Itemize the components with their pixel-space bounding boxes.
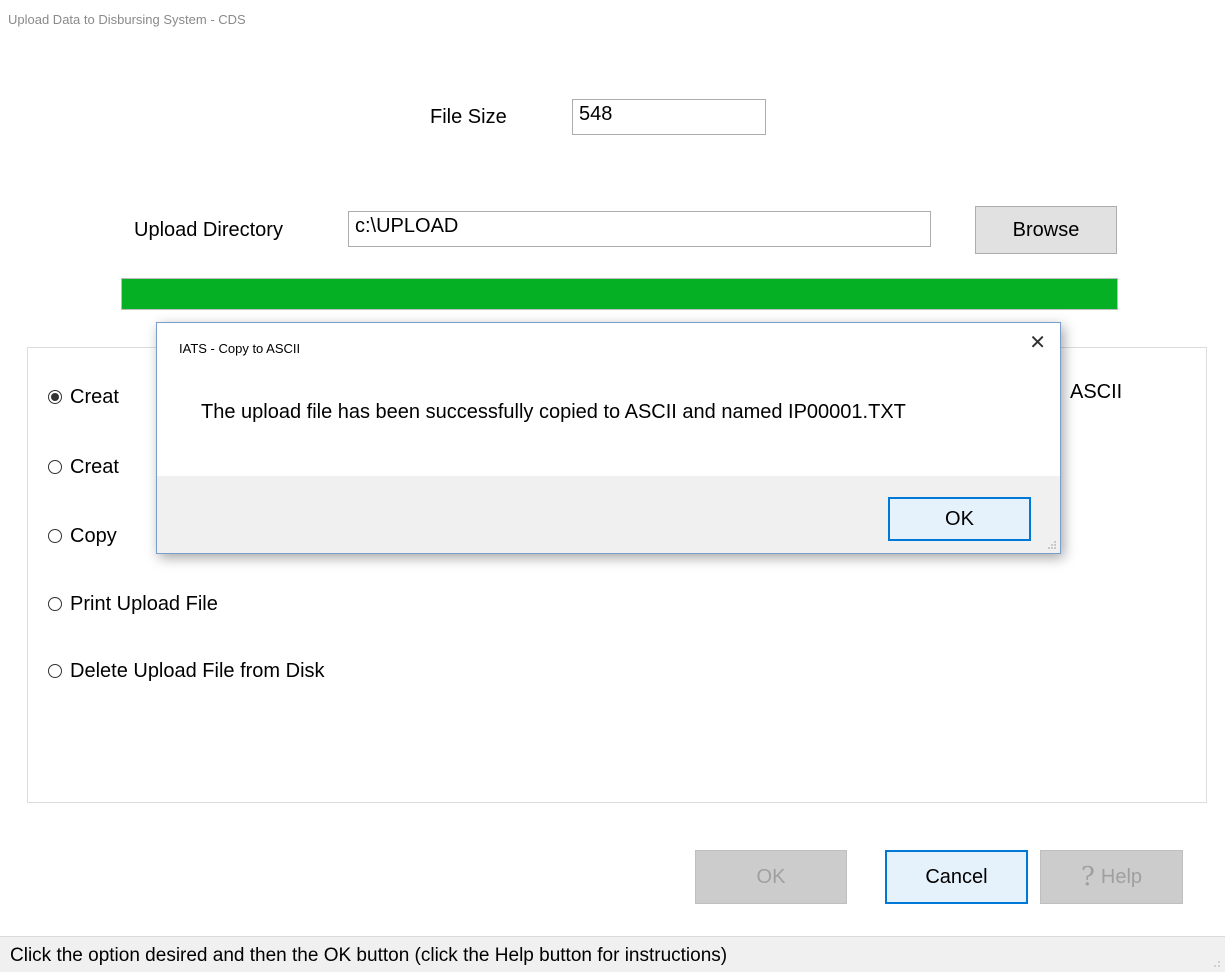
radio-icon — [48, 529, 62, 543]
option-create-2[interactable]: Creat — [48, 452, 119, 482]
radio-selected-icon — [48, 390, 62, 404]
status-bar: Click the option desired and then the OK… — [0, 936, 1225, 972]
help-label: Help — [1100, 865, 1143, 888]
resize-grip-icon[interactable] — [1213, 960, 1221, 968]
option-create-1[interactable]: Creat — [48, 382, 119, 412]
radio-icon — [48, 460, 62, 474]
help-button[interactable]: ? Help — [1040, 850, 1183, 904]
cancel-button[interactable]: Cancel — [885, 850, 1028, 904]
dialog-message: The upload file has been successfully co… — [201, 401, 906, 423]
option-label: Copy — [70, 524, 117, 547]
file-size-label: File Size — [430, 106, 507, 128]
option-print-upload-file[interactable]: Print Upload File — [48, 589, 218, 619]
option-label-tail: ASCII — [1070, 381, 1123, 403]
option-label: Delete Upload File from Disk — [70, 659, 325, 682]
ok-button[interactable]: OK — [695, 850, 847, 904]
browse-button[interactable]: Browse — [975, 206, 1117, 254]
option-label: Print Upload File — [70, 592, 218, 615]
upload-directory-input[interactable]: c:\UPLOAD — [348, 211, 931, 247]
option-copy[interactable]: Copy — [48, 521, 117, 551]
option-delete-upload-file[interactable]: Delete Upload File from Disk — [48, 656, 325, 686]
window-title: Upload Data to Disbursing System - CDS — [8, 12, 246, 27]
message-dialog: IATS - Copy to ASCII ✕ The upload file h… — [156, 322, 1061, 554]
resize-grip-icon[interactable] — [1047, 540, 1057, 550]
help-icon: ? — [1080, 862, 1095, 892]
option-label: Creat — [70, 455, 119, 478]
option-label: Creat — [70, 385, 119, 408]
upload-window: Upload Data to Disbursing System - CDS F… — [0, 0, 1225, 972]
dialog-ok-button[interactable]: OK — [888, 497, 1031, 541]
dialog-title: IATS - Copy to ASCII — [179, 341, 301, 356]
file-size-field[interactable]: 548 — [572, 99, 766, 135]
radio-icon — [48, 597, 62, 611]
progress-bar — [121, 278, 1118, 310]
dialog-title-bar: IATS - Copy to ASCII ✕ — [157, 323, 1060, 369]
dialog-body: The upload file has been successfully co… — [157, 369, 1060, 476]
status-text: Click the option desired and then the OK… — [10, 945, 728, 966]
radio-icon — [48, 664, 62, 678]
upload-directory-label: Upload Directory — [134, 219, 283, 241]
close-icon[interactable]: ✕ — [1029, 333, 1046, 353]
progress-fill — [122, 279, 1117, 309]
